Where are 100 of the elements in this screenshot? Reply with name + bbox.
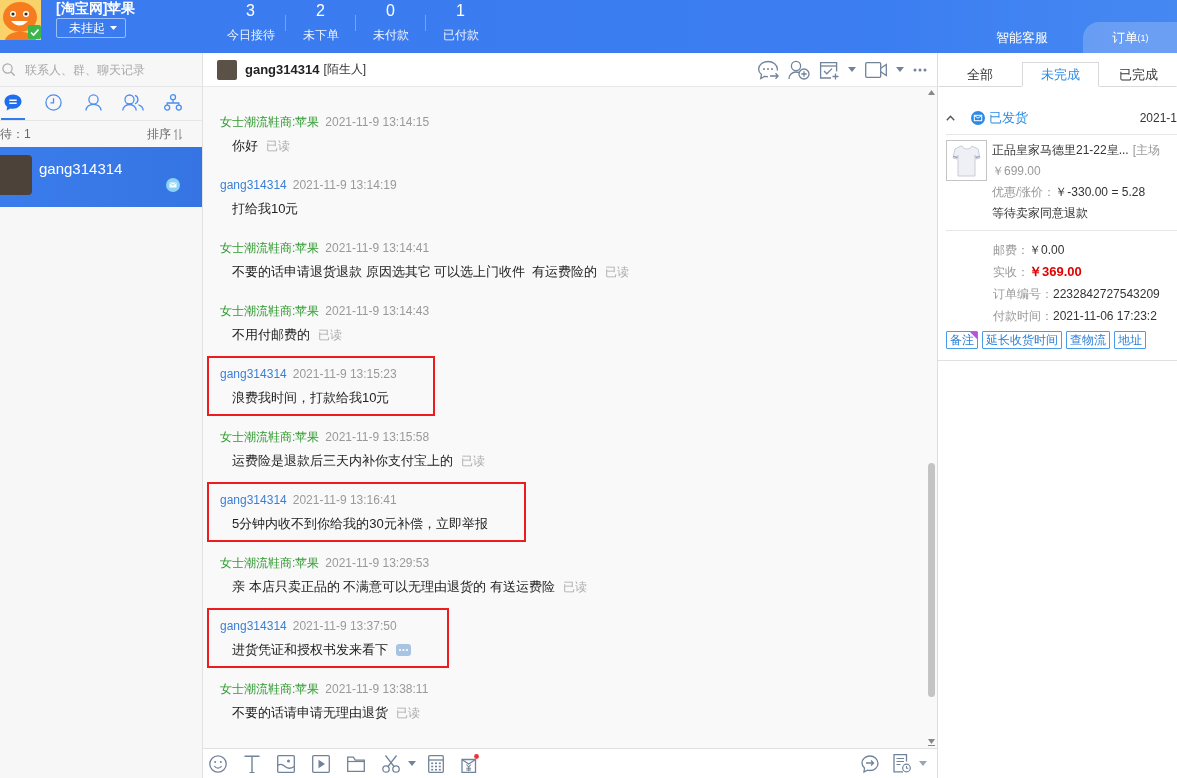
scrollbar-thumb[interactable]: [927, 463, 935, 697]
emoji-icon[interactable]: [209, 754, 227, 773]
clock-icon: [44, 94, 62, 111]
read-status: 已读: [605, 263, 630, 281]
video-play-icon[interactable]: [312, 754, 330, 773]
check-badge-icon: [28, 25, 41, 39]
shop-title: [淘宝网]苹果: [56, 0, 136, 17]
sender-name: 女士潮流鞋商:苹果: [220, 239, 320, 257]
history-doc-icon[interactable]: [893, 754, 911, 773]
message-text: 你好: [232, 137, 258, 155]
org-chart-icon: [164, 94, 182, 111]
read-status: 已读: [318, 326, 342, 344]
sort-button[interactable]: 排序: [147, 125, 182, 143]
calculator-icon[interactable]: [428, 754, 444, 773]
message-text: 不要的话请申请无理由退货: [232, 704, 388, 722]
detail-label: 付款时间：: [993, 309, 1053, 323]
stat-label: 今日接待: [226, 27, 275, 43]
message-time: 2021-11-9 13:16:41: [292, 493, 397, 507]
image-icon[interactable]: [277, 754, 295, 773]
task-check-icon[interactable]: [819, 59, 839, 80]
detail-value: ￥0.00: [1029, 243, 1065, 257]
font-icon[interactable]: [244, 754, 260, 773]
stat-value: 1: [456, 1, 465, 21]
detail-value: ￥369.00: [1029, 264, 1082, 279]
contact-item[interactable]: gang314314: [0, 147, 202, 207]
detail-label: 订单编号：: [993, 287, 1053, 301]
stat-value: 0: [386, 1, 395, 21]
sender-name: 女士潮流鞋商:苹果: [220, 428, 320, 446]
sender-name: gang314314: [220, 367, 287, 381]
order-tab[interactable]: 未完成: [1022, 62, 1099, 87]
message-time: 2021-11-9 13:14:43: [325, 304, 430, 318]
chat-share-icon[interactable]: [757, 59, 779, 80]
caret-up-icon[interactable]: [946, 115, 955, 121]
add-contact-icon[interactable]: [788, 59, 810, 80]
search-field[interactable]: 联系人、群、聊天记录: [25, 58, 194, 81]
scissors-icon[interactable]: [382, 754, 400, 773]
message-text: 不要的话申请退货退款 原因选其它 可以选上门收件 有运费险的: [232, 263, 598, 281]
more-icon[interactable]: [913, 67, 927, 72]
sender-name: gang314314: [220, 178, 287, 192]
discount-label: 优惠/涨价：: [992, 185, 1056, 199]
discount-value: ￥-330.00 = 5.28: [1055, 185, 1146, 199]
action-button[interactable]: 延长收货时间: [982, 331, 1062, 349]
chat-arrow-icon[interactable]: [861, 754, 879, 773]
order-status: 已发货: [989, 109, 1028, 127]
action-button[interactable]: 备注: [946, 331, 978, 349]
message-text: 进货凭证和授权书发来看下: [232, 641, 388, 659]
sort-icon: [174, 128, 182, 140]
stat-label: 未付款: [372, 27, 409, 43]
video-camera-icon[interactable]: [865, 61, 887, 78]
contact-tag: [陌生人]: [323, 61, 367, 78]
scroll-up-icon[interactable]: [927, 90, 935, 95]
read-status: 已读: [396, 704, 420, 722]
message-time: 2021-11-9 13:37:50: [292, 619, 397, 633]
caret-down-icon[interactable]: [848, 67, 856, 72]
chat-contact-name: gang314314: [245, 62, 320, 77]
read-status: 已读: [266, 137, 290, 155]
read-status: 已读: [562, 578, 587, 596]
photo-placeholder: [217, 59, 237, 80]
search-icon: [2, 63, 15, 76]
sender-name: gang314314: [220, 493, 287, 507]
message-time: 2021-11-9 13:29:53: [325, 556, 430, 570]
message-text: 不用付邮费的: [232, 326, 310, 344]
payment-envelope-icon[interactable]: [461, 754, 479, 773]
message-time: 2021-11-9 13:14:15: [325, 115, 430, 129]
envelope-status-icon: [971, 111, 985, 125]
message-time: 2021-11-9 13:15:58: [325, 430, 430, 444]
photo-placeholder: [0, 155, 32, 195]
caret-down-icon[interactable]: [919, 761, 927, 766]
stat-label: 已付款: [442, 27, 479, 43]
message-text: 亲 本店只卖正品的 不满意可以无理由退货的 有送运费险: [232, 578, 555, 596]
detail-value: 2232842727543209: [1053, 287, 1160, 301]
status-dropdown[interactable]: 未挂起: [56, 18, 126, 38]
sender-name: 女士潮流鞋商:苹果: [220, 680, 320, 698]
message-time: 2021-11-9 13:15:23: [292, 367, 397, 381]
action-button[interactable]: 查物流: [1066, 331, 1110, 349]
contact-name: gang314314: [39, 160, 123, 178]
sender-name: gang314314: [220, 619, 287, 633]
detail-label: 实收：: [993, 265, 1029, 279]
stat-value: 3: [246, 1, 255, 21]
caret-down-icon[interactable]: [408, 761, 416, 766]
group-icon: [122, 94, 144, 111]
product-title[interactable]: 正品皇家马德里21-22皇...: [992, 143, 1129, 157]
top-tab[interactable]: 智能客服: [975, 22, 1069, 53]
shirt-thumbnail: [946, 140, 987, 181]
message-time: 2021-11-9 13:38:11: [325, 682, 429, 696]
detail-value: 2021-11-06 17:23:2: [1053, 309, 1157, 323]
sender-name: 女士潮流鞋商:苹果: [220, 554, 320, 572]
stat-value: 2: [316, 1, 325, 21]
message-time: 2021-11-9 13:14:41: [325, 241, 430, 255]
caret-down-icon[interactable]: [896, 67, 904, 72]
sender-name: 女士潮流鞋商:苹果: [220, 302, 320, 320]
folder-icon[interactable]: [347, 755, 365, 772]
refund-status: 等待卖家同意退款: [992, 206, 1088, 220]
read-status: 已读: [461, 452, 485, 470]
scroll-down-icon[interactable]: [927, 739, 935, 746]
order-date: 2021-1: [1139, 111, 1177, 125]
message-text: 5分钟内收不到你给我的30元补偿，立即举报: [232, 515, 488, 533]
waiting-count: 待：1: [0, 125, 31, 143]
action-button[interactable]: 地址: [1114, 331, 1146, 349]
chat-bubble-icon: [4, 94, 22, 111]
